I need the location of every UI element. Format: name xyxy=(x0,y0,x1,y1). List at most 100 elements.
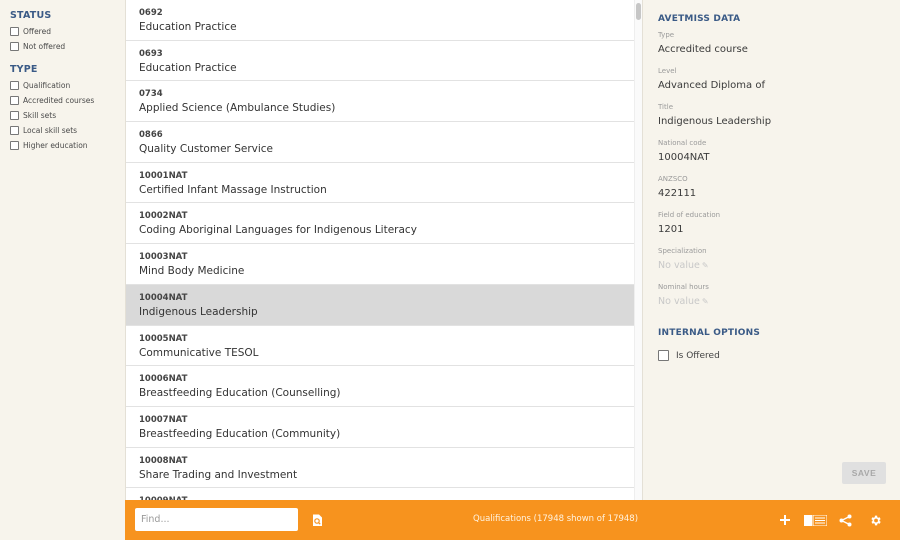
filter-qualification-label: Qualification xyxy=(23,81,71,90)
national-code-value: 10004NAT xyxy=(658,152,710,163)
list-item-code: 0692 xyxy=(139,8,163,18)
list-item-title: Education Practice xyxy=(139,21,237,33)
field-of-education-label: Field of education xyxy=(658,211,721,219)
scrollbar-thumb[interactable] xyxy=(636,3,641,20)
plus-icon[interactable] xyxy=(779,510,791,530)
field-title: Title Indigenous Leadership xyxy=(658,103,884,139)
list-item-code: 10008NAT xyxy=(139,455,188,466)
nominal-hours-value[interactable]: No value ✎ xyxy=(658,295,884,309)
filter-skill-sets[interactable]: Skill sets xyxy=(10,108,125,123)
filter-accredited-courses[interactable]: Accredited courses xyxy=(10,93,125,108)
field-anzsco: ANZSCO 422111 xyxy=(658,175,884,211)
share-icon[interactable] xyxy=(839,510,852,530)
list-item-code: 10001NAT xyxy=(139,170,188,181)
qualifications-list: 0692 Education Practice 0693 Education Prac… xyxy=(125,0,642,500)
accredited-courses-checkbox[interactable] xyxy=(10,96,19,105)
anzsco-label: ANZSCO xyxy=(658,175,688,183)
field-nominal-hours[interactable]: Nominal hours No value ✎ xyxy=(658,283,884,319)
list-item-title: Certified Infant Massage Instruction xyxy=(139,183,327,196)
list-item-code: 10005NAT xyxy=(139,333,188,344)
list-item[interactable]: 10003NAT Mind Body Medicine xyxy=(126,244,634,285)
specialization-value[interactable]: No value ✎ xyxy=(658,259,884,273)
filter-qualification[interactable]: Qualification xyxy=(10,78,125,93)
records-status: Qualifications (17948 shown of 17948) xyxy=(473,514,639,524)
nominal-hours-label: Nominal hours xyxy=(658,283,709,291)
is-offered-label: Is Offered xyxy=(676,350,720,361)
level-label: Level xyxy=(658,67,677,75)
list-item-title: Communicative TESOL xyxy=(139,346,259,359)
anzsco-value: 422111 xyxy=(658,188,697,199)
filter-not-offered-label: Not offered xyxy=(23,42,66,51)
is-offered-checkbox[interactable] xyxy=(658,350,669,361)
skill-sets-checkbox[interactable] xyxy=(10,111,19,120)
list-item-code: 10004NAT xyxy=(139,292,188,303)
list-item[interactable]: 0693 Education Practice xyxy=(126,41,634,82)
filter-higher-education-label: Higher education xyxy=(23,141,88,150)
filter-offered-label: Offered xyxy=(23,27,51,36)
filter-not-offered[interactable]: Not offered xyxy=(10,39,125,54)
avetmiss-section-title: AVETMISS DATA xyxy=(658,14,741,24)
list-item-code: 10003NAT xyxy=(139,252,188,263)
type-label: Type xyxy=(658,31,675,39)
list-item-title: Education Practice xyxy=(139,61,237,74)
qualification-checkbox[interactable] xyxy=(10,81,19,90)
scrollbar-track[interactable] xyxy=(634,0,642,500)
list-item-code: 10006NAT xyxy=(139,374,188,385)
filter-sidebar: STATUS Offered Not offered TYPE Qualific… xyxy=(0,0,125,540)
local-skill-sets-checkbox[interactable] xyxy=(10,126,19,135)
view-layout-icon[interactable] xyxy=(804,510,827,530)
not-offered-checkbox[interactable] xyxy=(10,42,19,51)
field-field-of-education: Field of education 1201 xyxy=(658,211,884,247)
list-item[interactable]: 10008NAT Share Trading and Investment xyxy=(126,448,634,489)
status-heading: STATUS xyxy=(10,10,52,21)
list-item[interactable]: 0866 Quality Customer Service xyxy=(126,122,634,163)
list-item-title: Breastfeeding Education (Community) xyxy=(139,427,341,440)
list-item[interactable]: 10004NAT Indigenous Leadership xyxy=(126,284,634,326)
filter-higher-education[interactable]: Higher education xyxy=(10,138,125,153)
title-label: Title xyxy=(658,103,674,111)
field-specialization[interactable]: Specialization No value ✎ xyxy=(658,247,884,283)
list-item[interactable]: 10001NAT Certified Infant Massage Instruc… xyxy=(126,163,634,204)
title-value: Indigenous Leadership xyxy=(658,116,772,127)
filter-local-skill-sets[interactable]: Local skill sets xyxy=(10,123,125,138)
list-item[interactable]: 10005NAT Communicative TESOL xyxy=(126,326,634,367)
filter-skill-sets-label: Skill sets xyxy=(23,111,57,120)
type-filter-group: TYPE Qualification Accredited courses Sk… xyxy=(10,64,125,153)
save-button[interactable]: SAVE xyxy=(842,462,886,484)
filter-local-skill-sets-label: Local skill sets xyxy=(23,126,78,135)
internal-options-section: INTERNAL OPTIONS Is Offered xyxy=(658,328,884,361)
find-options-icon[interactable] xyxy=(311,510,323,530)
pencil-icon[interactable]: ✎ xyxy=(702,261,709,270)
status-filter-group: STATUS Offered Not offered xyxy=(10,10,125,54)
list-item[interactable]: 0692 Education Practice xyxy=(126,0,634,41)
national-code-label: National code xyxy=(658,139,707,147)
filter-accredited-courses-label: Accredited courses xyxy=(23,96,95,105)
list-item-code: 10007NAT xyxy=(139,414,188,425)
field-of-education-value: 1201 xyxy=(658,224,684,235)
higher-education-checkbox[interactable] xyxy=(10,141,19,150)
field-national-code: National code 10004NAT xyxy=(658,139,884,175)
list-item[interactable]: 0734 Applied Science (Ambulance Studies) xyxy=(126,81,634,123)
list-item-title: Indigenous Leadership xyxy=(139,305,258,318)
list-item-title: Share Trading and Investment xyxy=(139,468,298,481)
find-input[interactable] xyxy=(135,508,298,531)
is-offered-option[interactable]: Is Offered xyxy=(658,350,884,361)
list-item[interactable]: 10007NAT Breastfeeding Education (Communi… xyxy=(126,407,634,448)
specialization-value-text: No value xyxy=(658,260,700,271)
field-level: Level Advanced Diploma of xyxy=(658,67,884,103)
offered-checkbox[interactable] xyxy=(10,27,19,36)
level-value: Advanced Diploma of xyxy=(658,80,765,91)
list-item-title: Coding Aboriginal Languages for Indigeno… xyxy=(139,224,417,237)
list-item[interactable]: 10009NAT xyxy=(126,488,634,500)
list-item-code: 10002NAT xyxy=(139,211,188,222)
specialization-label: Specialization xyxy=(658,247,707,255)
pencil-icon[interactable]: ✎ xyxy=(702,297,709,306)
filter-offered[interactable]: Offered xyxy=(10,24,125,39)
type-heading: TYPE xyxy=(10,64,38,75)
gear-icon[interactable] xyxy=(869,510,882,530)
internal-options-title: INTERNAL OPTIONS xyxy=(658,328,761,338)
list-item[interactable]: 10006NAT Breastfeeding Education (Counsel… xyxy=(126,366,634,407)
field-type: Type Accredited course xyxy=(658,31,884,67)
nominal-hours-value-text: No value xyxy=(658,296,700,307)
list-item[interactable]: 10002NAT Coding Aboriginal Languages for … xyxy=(126,203,634,245)
